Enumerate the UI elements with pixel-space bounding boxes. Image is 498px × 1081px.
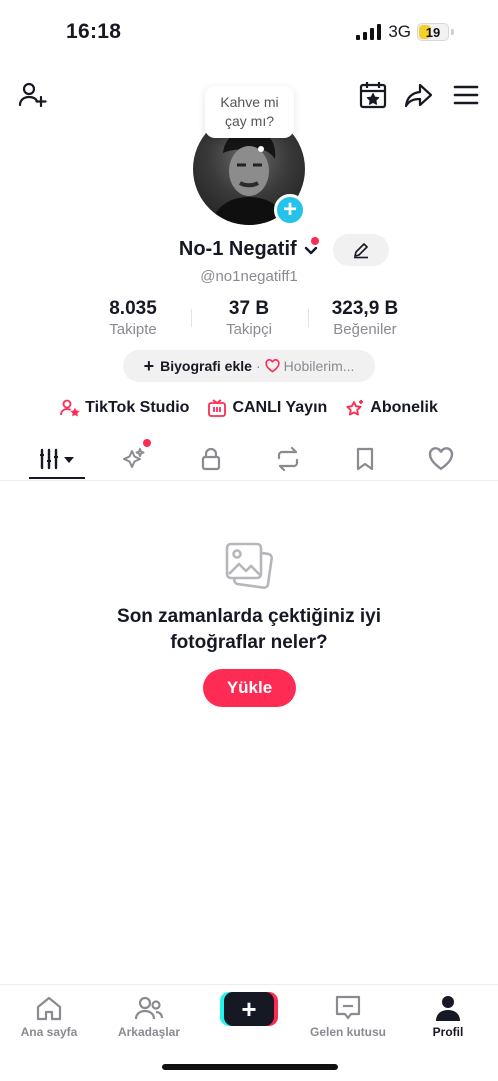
tab-reposts[interactable] (273, 444, 303, 474)
profile-name[interactable]: No-1 Negatif (179, 238, 297, 261)
content-tabs (0, 440, 498, 481)
profile-icon (436, 996, 460, 1021)
tab-notification-dot (143, 439, 151, 447)
pencil-icon (354, 243, 368, 259)
battery-level: 19 (425, 24, 441, 40)
active-tab-indicator (29, 477, 85, 479)
empty-state-message: Son zamanlarda çektiğiniz iyi fotoğrafla… (0, 604, 498, 656)
profile-name-row: No-1 Negatif (0, 238, 498, 261)
stat-likes[interactable]: 323,9 B Beğeniler (305, 298, 425, 338)
tab-reposts-highlight[interactable] (119, 444, 149, 474)
separator: · (255, 358, 261, 374)
share-icon[interactable] (404, 80, 434, 110)
note-line-2: çay mı? (224, 113, 274, 129)
stat-followers[interactable]: 37 B Takipçi (189, 298, 309, 338)
bookmark-icon (356, 447, 374, 471)
stat-value: 323,9 B (331, 298, 399, 319)
status-indicators: 3G 19 (356, 22, 454, 42)
nav-home[interactable]: Ana sayfa (4, 993, 94, 1039)
status-time: 16:18 (66, 20, 122, 43)
tab-private[interactable] (196, 444, 226, 474)
plus-icon: + (241, 993, 257, 1024)
home-indicator (162, 1064, 338, 1070)
inbox-icon (335, 995, 361, 1020)
add-bio-label: Biyografi ekle (160, 358, 252, 374)
add-user-icon[interactable] (18, 80, 48, 110)
network-type: 3G (388, 22, 411, 41)
nav-profile-label: Profil (432, 1025, 464, 1039)
subscription-label: Abonelik (370, 399, 438, 416)
repost-icon (277, 446, 299, 472)
live-label: CANLI Yayın (232, 399, 328, 416)
edit-profile-button[interactable] (333, 234, 389, 266)
nav-inbox-label: Gelen kutusu (309, 1025, 386, 1039)
grid-bars-icon (40, 448, 74, 470)
nav-friends[interactable]: Arkadaşlar (104, 993, 194, 1039)
add-bio-button[interactable]: + Biyografi ekle · Hobilerim... (123, 350, 375, 382)
stat-label: Beğeniler (333, 321, 397, 338)
stat-value: 37 B (228, 298, 270, 319)
nav-home-label: Ana sayfa (20, 1025, 78, 1039)
add-story-button[interactable]: + (274, 194, 306, 226)
creator-links: TikTok Studio CANLI Yayın Abonelik (0, 398, 498, 418)
tiktok-studio-label: TikTok Studio (85, 399, 190, 416)
heart-icon (265, 359, 280, 373)
star-sparkle-icon (346, 400, 364, 416)
stat-following[interactable]: 8.035 Takipte (73, 298, 193, 338)
note-bubble-tail (258, 146, 264, 152)
note-line-1: Kahve mi (220, 94, 279, 110)
plus-icon: + (282, 196, 297, 223)
stat-value: 8.035 (109, 298, 157, 319)
nav-profile[interactable]: Profil (403, 993, 493, 1039)
signal-icon (356, 24, 382, 40)
create-button[interactable]: + (224, 992, 274, 1026)
battery-icon: 19 (417, 23, 449, 41)
heart-icon (428, 447, 454, 471)
nav-friends-label: Arkadaşlar (117, 1025, 181, 1039)
user-star-icon (60, 399, 80, 417)
hobbies-label: Hobilerim... (283, 358, 355, 374)
empty-line-1: Son zamanlarda çektiğiniz iyi (117, 606, 381, 627)
subscription-link[interactable]: Abonelik (345, 398, 438, 418)
nav-inbox[interactable]: Gelen kutusu (303, 993, 393, 1039)
home-icon (36, 996, 62, 1021)
empty-line-2: fotoğraflar neler? (170, 632, 328, 653)
tab-saved[interactable] (350, 444, 380, 474)
tab-liked[interactable] (426, 444, 456, 474)
tiktok-studio-link[interactable]: TikTok Studio (60, 398, 189, 418)
account-notification-dot (311, 237, 319, 245)
profile-handle: @no1negatiff1 (200, 268, 298, 285)
menu-icon[interactable] (451, 80, 481, 110)
tab-videos[interactable] (38, 444, 78, 474)
stat-label: Takipçi (226, 321, 272, 338)
stat-label: Takipte (109, 321, 157, 338)
tv-icon (208, 399, 227, 417)
note-bubble[interactable]: Kahve mi çay mı? (205, 86, 294, 138)
live-link[interactable]: CANLI Yayın (207, 398, 327, 418)
friends-icon (134, 996, 164, 1020)
plus-icon: + (143, 355, 155, 376)
calendar-star-icon[interactable] (358, 80, 388, 110)
sparkle-icon (123, 448, 145, 468)
photos-icon (224, 540, 274, 590)
upload-button[interactable]: Yükle (203, 669, 296, 707)
lock-icon (201, 447, 221, 471)
